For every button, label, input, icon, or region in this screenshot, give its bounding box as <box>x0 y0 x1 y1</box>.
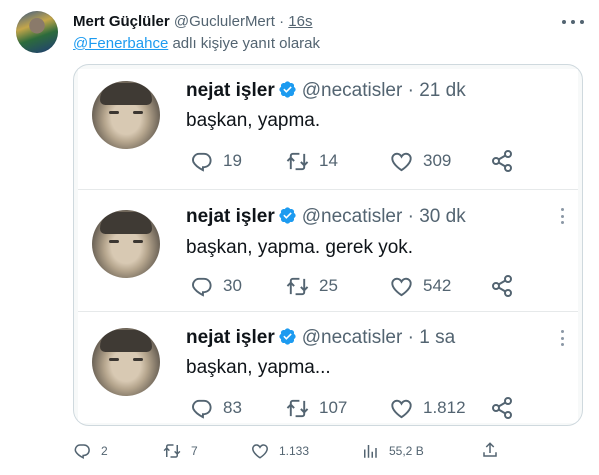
embedded-text: başkan, yapma. <box>186 110 321 131</box>
share-nodes-icon <box>492 275 512 297</box>
share-nodes-icon <box>492 150 512 172</box>
embedded-handle: @necatisler <box>301 206 403 227</box>
views-icon <box>364 445 377 458</box>
embedded-like: 309 <box>390 149 451 173</box>
reply-count: 2 <box>101 444 108 458</box>
embedded-avatar <box>92 210 160 278</box>
share-nodes-icon <box>492 397 512 419</box>
separator: · <box>402 327 419 348</box>
embedded-avatar <box>92 328 160 396</box>
more-icon[interactable] <box>562 12 584 32</box>
author-handle[interactable]: @GuclulerMert <box>174 13 275 30</box>
embedded-name: nejat işler <box>186 80 275 101</box>
embedded-time: 30 dk <box>419 206 466 227</box>
reply-icon <box>74 444 90 459</box>
reply-icon <box>192 277 212 297</box>
embedded-name: nejat işler <box>186 327 275 348</box>
embedded-like-count: 1.812 <box>423 398 466 417</box>
embedded-reply-count: 83 <box>223 398 242 417</box>
separator-dot: · <box>407 80 414 101</box>
avatar[interactable] <box>16 11 58 53</box>
embedded-like: 542 <box>390 274 451 298</box>
embedded-tweet: nejat işler @necatisler · 30 dk başkan, y… <box>78 190 578 312</box>
embedded-retweet: 14 <box>286 149 338 173</box>
embedded-reply: 83 <box>190 396 242 420</box>
embedded-text: başkan, yapma... <box>186 357 331 378</box>
replying-to: @Fenerbahce adlı kişiye yanıt olarak <box>73 34 320 54</box>
separator: · <box>402 80 419 101</box>
retweet-count: 7 <box>191 444 198 458</box>
views-button[interactable]: 55,2 B <box>361 440 424 462</box>
share-icon[interactable] <box>481 441 499 459</box>
tweet-time[interactable]: 16s <box>288 13 312 30</box>
verified-badge-icon <box>279 207 296 224</box>
embedded-time: 21 dk <box>419 80 466 101</box>
separator-dot: · <box>407 206 414 227</box>
tweet-header: Mert Güçlüler @GuclulerMert · 16s <box>73 12 312 32</box>
separator: · <box>279 13 285 30</box>
embedded-text: başkan, yapma. gerek yok. <box>186 237 414 258</box>
embedded-like-count: 542 <box>423 276 452 295</box>
tweet-actions: 2 7 1.133 55,2 B <box>73 440 503 462</box>
views-count: 55,2 B <box>389 444 424 458</box>
heart-icon <box>252 444 268 459</box>
embedded-retweet-count: 25 <box>319 276 338 295</box>
embedded-actions: 83 107 1.812 <box>190 396 530 420</box>
embedded-time: 1 sa <box>419 327 456 348</box>
replying-mention[interactable]: @Fenerbahce <box>73 35 168 52</box>
more-icon <box>561 208 565 224</box>
embedded-reply: 19 <box>190 149 242 173</box>
author-name[interactable]: Mert Güçlüler <box>73 13 170 30</box>
embedded-reply: 30 <box>190 274 242 298</box>
verified-badge-icon <box>279 328 296 345</box>
more-icon <box>561 330 565 346</box>
retweet-icon <box>286 277 309 295</box>
embedded-header: nejat işler @necatisler · 30 dk <box>186 205 466 229</box>
embedded-actions: 19 14 309 <box>190 149 530 173</box>
embedded-avatar <box>92 81 160 149</box>
embedded-actions: 30 25 542 <box>190 274 530 298</box>
embedded-header: nejat işler @necatisler · 21 dk <box>186 79 466 103</box>
retweet-button[interactable]: 7 <box>163 440 198 462</box>
separator: · <box>402 206 419 227</box>
embedded-handle: @necatisler <box>301 327 403 348</box>
tweet-media[interactable]: nejat işler @necatisler · 21 dk başkan, y… <box>73 64 583 426</box>
retweet-icon <box>163 444 181 458</box>
embedded-like: 1.812 <box>390 396 466 420</box>
embedded-retweet-count: 14 <box>319 151 338 170</box>
reply-button[interactable]: 2 <box>73 440 108 462</box>
heart-icon <box>391 399 412 418</box>
reply-icon <box>192 152 212 172</box>
embedded-retweet-count: 107 <box>319 398 348 417</box>
verified-badge-icon <box>279 81 296 98</box>
embedded-handle: @necatisler <box>301 80 403 101</box>
replying-label: adlı kişiye yanıt olarak <box>168 35 321 52</box>
retweet-icon <box>286 152 309 170</box>
heart-icon <box>391 152 412 171</box>
embedded-retweet: 25 <box>286 274 338 298</box>
embedded-tweet: nejat işler @necatisler · 21 dk başkan, y… <box>78 69 578 190</box>
retweet-icon <box>286 399 309 417</box>
embedded-reply-count: 30 <box>223 276 242 295</box>
embedded-header: nejat işler @necatisler · 1 sa <box>186 326 455 350</box>
embedded-name: nejat işler <box>186 206 275 227</box>
tweet: Mert Güçlüler @GuclulerMert · 16s @Fener… <box>0 0 599 475</box>
heart-icon <box>391 277 412 296</box>
embedded-like-count: 309 <box>423 151 452 170</box>
embedded-reply-count: 19 <box>223 151 242 170</box>
like-count: 1.133 <box>279 444 310 458</box>
embedded-tweet: nejat işler @necatisler · 1 sa başkan, ya… <box>78 312 578 423</box>
reply-icon <box>192 399 212 419</box>
separator-dot: · <box>407 327 414 348</box>
screenshot-image: nejat işler @necatisler · 21 dk başkan, y… <box>78 69 578 423</box>
like-button[interactable]: 1.133 <box>251 440 309 462</box>
embedded-retweet: 107 <box>286 396 347 420</box>
